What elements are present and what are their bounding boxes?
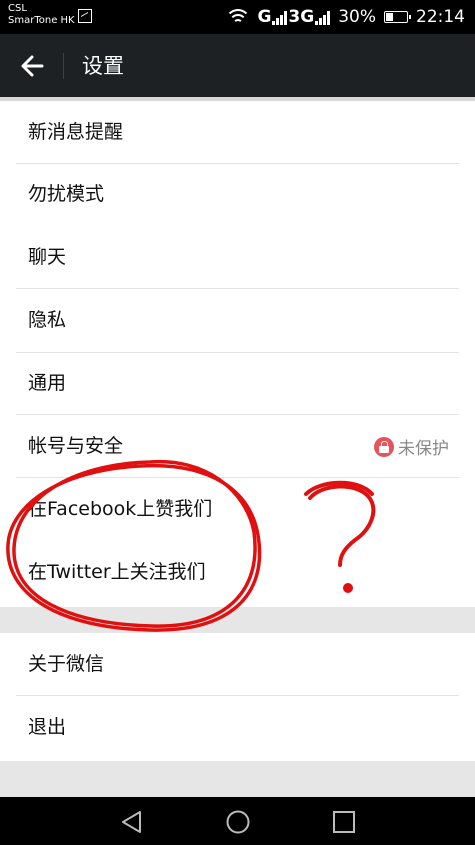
settings-item-label: 通用 (28, 372, 67, 394)
status-indicators: G 3G 30% 22:14 (227, 6, 465, 28)
status-bar: CSL SmarTone HK G 3G 30% 22:14 (0, 0, 475, 34)
network-type-2: 3G (288, 7, 315, 27)
battery-icon (384, 11, 411, 23)
system-nav-bar (0, 797, 475, 845)
settings-item-about[interactable]: 关于微信 (0, 633, 475, 696)
settings-item-label: 退出 (28, 716, 67, 738)
settings-item-facebook[interactable]: 在Facebook上赞我们 (0, 478, 475, 541)
status-badge: 未保护 (398, 439, 449, 459)
settings-item-new-message-alerts[interactable]: 新消息提醒 (0, 101, 475, 163)
back-triangle-icon[interactable] (119, 809, 145, 835)
signal-icon (272, 9, 288, 25)
divider (16, 352, 459, 353)
settings-item-label: 勿扰模式 (28, 183, 105, 205)
settings-item-label: 关于微信 (28, 653, 105, 675)
signal-icon-2 (315, 9, 331, 25)
network-type-1: G (257, 7, 272, 27)
carrier-info: CSL SmarTone HK (8, 3, 75, 27)
page-title: 设置 (82, 54, 124, 78)
settings-item-logout[interactable]: 退出 (0, 696, 475, 759)
clock: 22:14 (416, 7, 465, 27)
settings-item-privacy[interactable]: 隐私 (0, 289, 475, 352)
settings-item-general[interactable]: 通用 (0, 352, 475, 415)
settings-item-label: 在Facebook上赞我们 (28, 498, 213, 520)
settings-item-account-security[interactable]: 帐号与安全 未保护 (0, 415, 475, 478)
settings-item-label: 帐号与安全 (28, 435, 124, 457)
arrow-left-icon[interactable] (18, 51, 48, 81)
settings-item-label: 新消息提醒 (28, 121, 124, 143)
battery-percent: 30% (338, 7, 376, 27)
app-bar: 设置 (0, 34, 475, 97)
divider (16, 163, 459, 164)
settings-list: 新消息提醒 勿扰模式 聊天 隐私 通用 帐号与安全 未保护 在Facebook上… (0, 101, 475, 607)
recents-square-icon[interactable] (331, 809, 357, 835)
settings-item-label: 隐私 (28, 309, 67, 331)
lock-icon (374, 436, 394, 457)
settings-item-label: 聊天 (28, 246, 67, 268)
home-circle-icon[interactable] (225, 809, 251, 835)
account-status: 未保护 (374, 415, 449, 478)
settings-item-twitter[interactable]: 在Twitter上关注我们 (0, 541, 475, 604)
app-bar-divider (63, 53, 64, 79)
settings-list-secondary: 关于微信 退出 (0, 633, 475, 761)
carrier-name: CSL (8, 3, 27, 14)
carrier-name-secondary: SmarTone HK (8, 15, 75, 26)
wifi-icon (227, 9, 250, 25)
image-notification-icon (78, 9, 92, 23)
settings-item-label: 在Twitter上关注我们 (28, 561, 206, 583)
settings-item-do-not-disturb[interactable]: 勿扰模式 (0, 163, 475, 226)
settings-item-chat[interactable]: 聊天 (0, 226, 475, 289)
